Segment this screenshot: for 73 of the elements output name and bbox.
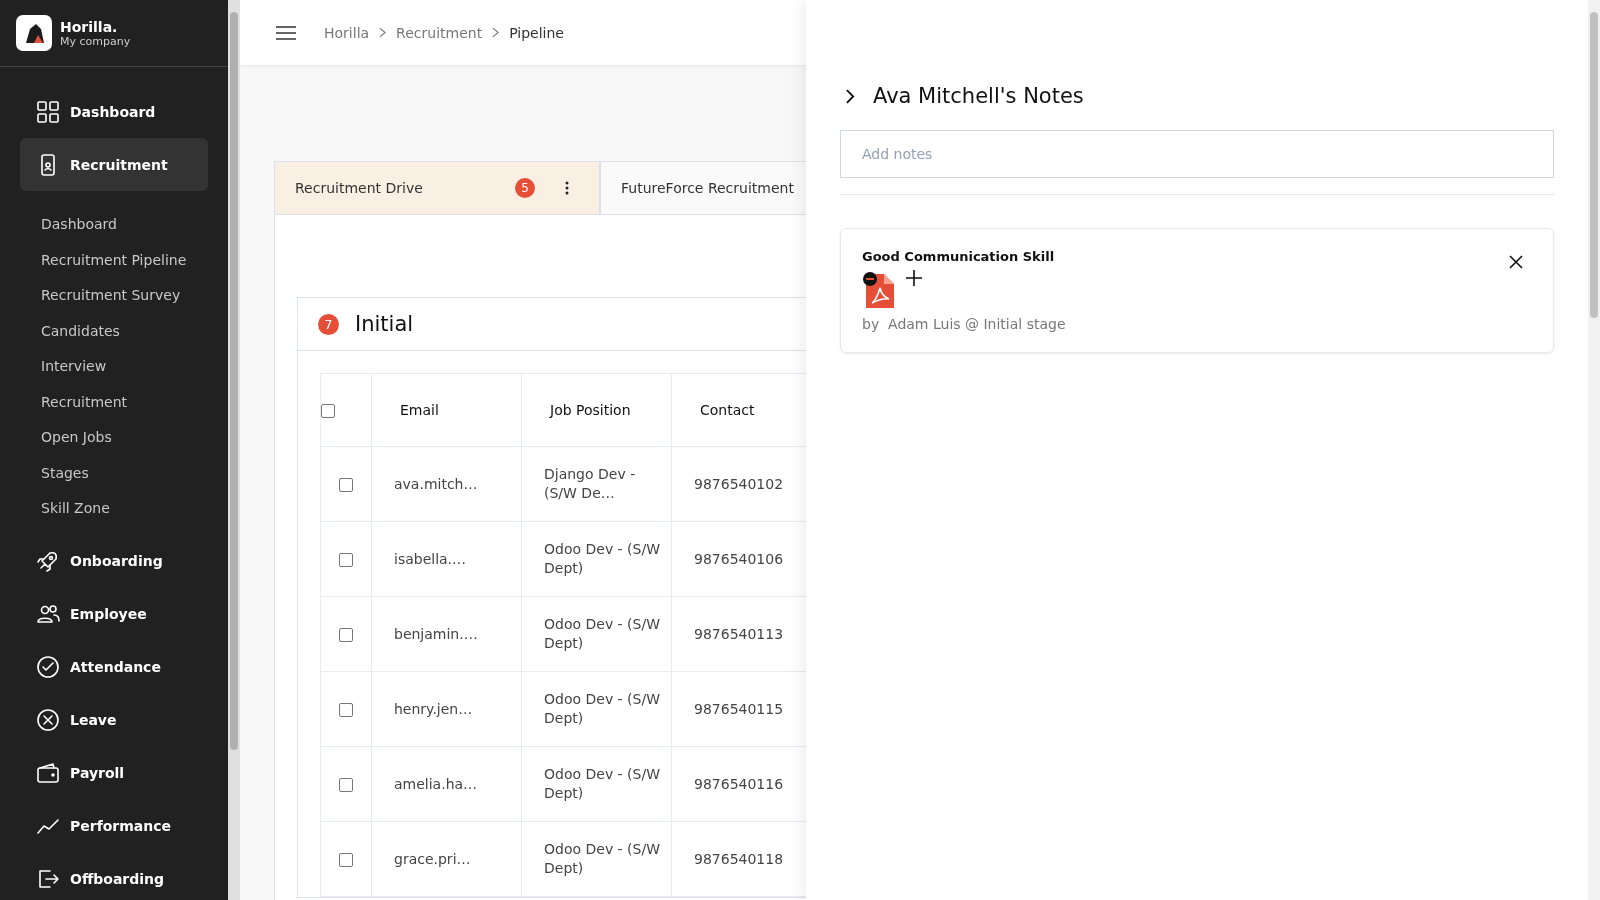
check-circle-icon: [36, 655, 60, 679]
sidebar-item[interactable]: Payroll: [20, 746, 208, 800]
table-cell: Odoo Dev - (S/W Dept): [521, 821, 672, 897]
sidebar-item[interactable]: Leave: [20, 693, 208, 747]
notes-input[interactable]: Add notes: [840, 130, 1554, 178]
sidebar-item[interactable]: Attendance: [20, 640, 208, 694]
more-icon[interactable]: [565, 181, 569, 195]
x-circle-icon: [36, 708, 60, 732]
chevron-icon: [492, 27, 500, 38]
submenu-item[interactable]: Recruitment: [41, 384, 208, 420]
table-cell: grace.pri…: [371, 821, 522, 897]
table-cell: henry.jen…: [371, 671, 522, 747]
checkbox[interactable]: [339, 702, 353, 717]
submenu-item[interactable]: Open Jobs: [41, 420, 208, 456]
column-header: Job Position: [521, 373, 672, 447]
table-cell: Odoo Dev - (S/W Dept): [521, 596, 672, 672]
exit-icon: [36, 867, 60, 891]
checkbox[interactable]: [339, 477, 353, 492]
sidebar-item[interactable]: Performance: [20, 799, 208, 853]
submenu-item[interactable]: Skill Zone: [41, 491, 208, 527]
brand-name: Horilla.: [60, 18, 119, 35]
pdf-file-icon[interactable]: [862, 270, 896, 310]
sidebar-item[interactable]: Recruitment: [20, 138, 208, 191]
submenu-item[interactable]: Stages: [41, 455, 208, 491]
sidebar-item[interactable]: Offboarding: [20, 852, 208, 900]
table-cell: benjamin.…: [371, 596, 522, 672]
note-title: Good Communication Skill: [862, 249, 1056, 264]
rocket-icon: [36, 549, 60, 573]
scrollbar[interactable]: [228, 0, 240, 900]
table-cell: Odoo Dev - (S/W Dept): [521, 746, 672, 822]
grid-icon: [36, 99, 60, 124]
note-author: by Adam Luis @ Initial stage: [862, 316, 1066, 332]
menu-icon[interactable]: [276, 25, 296, 40]
breadcrumb-link[interactable]: Recruitment: [396, 24, 483, 41]
sidebar-item[interactable]: Dashboard: [20, 85, 208, 138]
table-cell: isabella.…: [371, 521, 522, 597]
submenu-item[interactable]: Interview: [41, 349, 208, 385]
stage-title: Initial: [355, 312, 414, 336]
column-header: Email: [371, 373, 522, 447]
table-cell: amelia.ha…: [371, 746, 522, 822]
company-name: My company: [60, 34, 131, 48]
checkbox[interactable]: [321, 404, 335, 418]
submenu-item[interactable]: Recruitment Pipeline: [41, 242, 208, 278]
chevron-right-icon[interactable]: [846, 88, 855, 104]
table-cell: ava.mitch…: [371, 446, 522, 522]
submenu-item[interactable]: Candidates: [41, 313, 208, 349]
breadcrumb-link[interactable]: Pipeline: [509, 24, 564, 41]
table-cell: Odoo Dev - (S/W Dept): [521, 671, 672, 747]
checkbox[interactable]: [339, 852, 353, 867]
logo-icon: [16, 15, 52, 51]
sidebar-item[interactable]: Employee: [20, 587, 208, 641]
plus-icon[interactable]: [906, 270, 922, 286]
submenu-item[interactable]: Recruitment Survey: [41, 278, 208, 314]
wallet-icon: [36, 761, 60, 785]
panel-title: Ava Mitchell's Notes: [873, 84, 1084, 108]
count-badge: 7: [318, 313, 339, 335]
checkbox[interactable]: [339, 777, 353, 792]
chevron-icon: [379, 27, 387, 38]
close-icon[interactable]: [1509, 255, 1523, 269]
tab-label: FutureForce Recruitment: [621, 180, 794, 196]
submenu-item[interactable]: Dashboard: [41, 207, 208, 243]
table-cell: Odoo Dev - (S/W Dept): [521, 521, 672, 597]
table-cell: Django Dev - (S/W De…: [521, 446, 672, 522]
checkbox[interactable]: [339, 552, 353, 567]
checkbox[interactable]: [339, 627, 353, 642]
tab[interactable]: Recruitment Drive 5: [274, 161, 600, 215]
people-icon: [36, 602, 60, 626]
sidebar-item[interactable]: Onboarding: [20, 534, 208, 588]
breadcrumb-link[interactable]: Horilla: [324, 24, 370, 41]
tab[interactable]: FutureForce Recruitment: [600, 161, 806, 215]
tab-label: Recruitment Drive: [295, 180, 424, 196]
scrollbar[interactable]: [1588, 0, 1600, 900]
count-badge: 5: [515, 178, 535, 198]
